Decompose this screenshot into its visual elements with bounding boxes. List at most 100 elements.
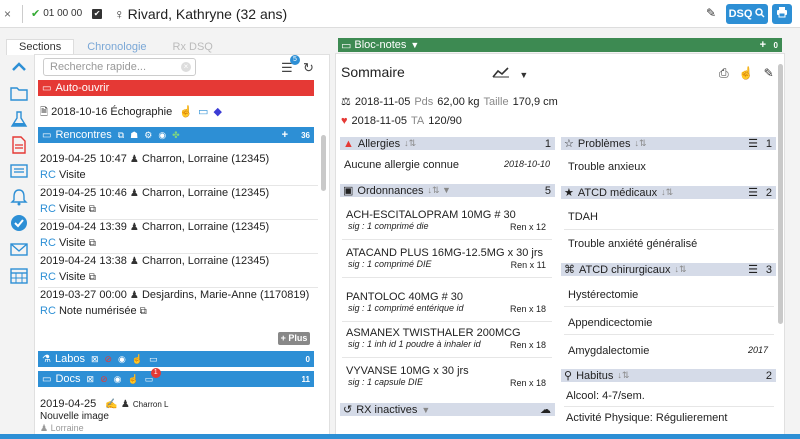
folder-icon[interactable]: ▭ bbox=[149, 354, 158, 365]
tab-rx-dsq[interactable]: Rx DSQ bbox=[160, 39, 226, 55]
edit-icon[interactable]: ✎ bbox=[764, 66, 774, 81]
echographie-item[interactable]: 🗎 2018-10-16 Échographie ☝ ▭ ◆ bbox=[40, 105, 222, 122]
close-icon[interactable]: × bbox=[4, 7, 18, 21]
print-button[interactable] bbox=[772, 4, 792, 24]
envelope-icon[interactable] bbox=[4, 236, 34, 262]
encounter-date: 2019-04-25 10:47 bbox=[40, 153, 127, 165]
habitus-item[interactable]: Activité Physique: Régulierement bbox=[566, 412, 727, 424]
dsq-button[interactable]: DSQ bbox=[726, 4, 768, 24]
atcd-medical-item[interactable]: Trouble anxiété généralisé bbox=[568, 238, 697, 250]
group-icon[interactable]: ☗ bbox=[130, 130, 138, 141]
habitus-header[interactable]: ⚲ Habitus ↓⇅ 2 bbox=[561, 369, 776, 382]
encounter-item[interactable]: 2019-04-24 13:39 ♟ Charron, Lorraine (12… bbox=[40, 221, 269, 233]
sort-icon[interactable]: ↓⇅ ▼ bbox=[427, 185, 450, 196]
search-input[interactable]: Recherche rapide... × bbox=[43, 58, 196, 76]
eye-icon[interactable]: ◉ bbox=[158, 130, 166, 141]
settings-icon[interactable]: ⚙ bbox=[144, 130, 152, 141]
sort-icon[interactable]: ↓⇅ bbox=[634, 138, 646, 149]
docs-header[interactable]: ▭ Docs ⊠ ⊘ ◉ ☝ ▭ 1 11 bbox=[38, 367, 314, 387]
scrollbar[interactable] bbox=[321, 135, 326, 191]
ordonnance-item[interactable]: VYVANSE 10MG x 30 jrs sig : 1 capsule DIE… bbox=[346, 365, 546, 388]
clover-icon[interactable]: ✤ bbox=[172, 130, 180, 141]
copy-icon[interactable]: ⧉ bbox=[89, 272, 96, 283]
ordonnance-item[interactable]: ACH-ESCITALOPRAM 10MG # 30 sig : 1 compri… bbox=[346, 209, 546, 232]
labos-header[interactable]: ⚗ Labos ⊠ ⊘ ◉ ☝ ▭ 0 bbox=[38, 351, 314, 367]
cloud-download-icon[interactable]: ☁ bbox=[540, 403, 551, 416]
add-icon[interactable]: + bbox=[760, 39, 766, 51]
atcd-medicaux-header[interactable]: ★ ATCD médicaux ↓⇅ ☰ 2 bbox=[561, 186, 776, 199]
rx-inactives-label: RX inactives bbox=[356, 403, 418, 416]
sort-icon[interactable]: ↓⇅ bbox=[617, 370, 629, 381]
atcd-chirurgical-item[interactable]: Hystérectomie bbox=[568, 289, 768, 301]
calendar-icon[interactable] bbox=[4, 262, 34, 288]
bloc-notes-bar[interactable]: ▭ Bloc-notes ▼ + 0 bbox=[338, 38, 782, 52]
habitus-item[interactable]: Alcool: 4-7/sem. bbox=[566, 390, 645, 402]
printer-icon[interactable]: ⎙ bbox=[719, 66, 729, 81]
encounter-item[interactable]: 2019-04-24 13:38 ♟ Charron, Lorraine (12… bbox=[40, 255, 269, 267]
hand-icon[interactable]: ☝ bbox=[127, 374, 138, 385]
copy-icon[interactable]: ⧉ bbox=[89, 238, 96, 249]
list-card-icon[interactable] bbox=[4, 158, 34, 184]
atcd-chirurgical-item[interactable]: Amygdalectomie 2017 bbox=[568, 345, 768, 357]
eye-icon[interactable]: ◉ bbox=[118, 354, 126, 365]
rencontres-header[interactable]: ▭ Rencontres ⧉ ☗ ⚙ ◉ ✤ + 36 bbox=[38, 127, 314, 143]
eye-icon[interactable]: ◉ bbox=[114, 374, 122, 385]
allergy-item[interactable]: Aucune allergie connue 2018-10-10 bbox=[344, 159, 550, 171]
encounter-item[interactable]: 2019-04-25 10:46 ♟ Charron, Lorraine (12… bbox=[40, 187, 269, 199]
scrollbar[interactable] bbox=[778, 64, 783, 324]
atcd-chirurgical-item[interactable]: Appendicectomie bbox=[568, 317, 768, 329]
ordonnances-header[interactable]: ▣ Ordonnances ↓⇅ ▼ 5 bbox=[340, 184, 555, 197]
folder-icon[interactable]: ▭ bbox=[198, 106, 208, 118]
sliders-icon[interactable]: ☰ bbox=[748, 186, 758, 199]
tab-chronologie[interactable]: Chronologie bbox=[74, 39, 159, 55]
ordonnance-item[interactable]: PANTOLOC 40MG # 30 sig : 1 comprimé entér… bbox=[346, 291, 546, 314]
copy-icon[interactable]: ⧉ bbox=[140, 306, 147, 317]
atcd-medical-item[interactable]: TDAH bbox=[568, 211, 598, 223]
sort-icon[interactable]: ↓⇅ bbox=[661, 187, 673, 198]
tag-icon[interactable]: ◆ bbox=[214, 106, 222, 118]
atcd-chirurgicaux-header[interactable]: ⌘ ATCD chirurgicaux ↓⇅ ☰ 3 bbox=[561, 263, 776, 276]
doc-list-item[interactable]: 2019-04-25 ✍ ♟ Charron L bbox=[40, 398, 168, 410]
sliders-icon[interactable]: ☰ bbox=[748, 137, 758, 150]
image-icon[interactable]: ⊠ bbox=[91, 354, 99, 365]
allergies-header[interactable]: ▲ Allergies ↓⇅ 1 bbox=[340, 137, 555, 150]
clear-icon[interactable]: × bbox=[181, 62, 191, 72]
tab-sections[interactable]: Sections bbox=[6, 39, 75, 55]
folder-icon[interactable] bbox=[4, 80, 34, 106]
checkbox-icon[interactable]: ✔ bbox=[92, 8, 103, 19]
rx-inactives-header[interactable]: ↺ RX inactives ▼ ☁ bbox=[340, 403, 555, 416]
chart-icon[interactable]: ▼ bbox=[492, 66, 528, 81]
eye-slash-icon[interactable]: ⊘ bbox=[105, 354, 113, 365]
filter-icon[interactable]: ▼ bbox=[410, 40, 419, 50]
hand-icon[interactable]: ☝ bbox=[132, 354, 143, 365]
problemes-header[interactable]: ☆ Problèmes ↓⇅ ☰ 1 bbox=[561, 137, 776, 150]
image-icon[interactable]: ⊠ bbox=[87, 374, 95, 385]
eye-slash-icon[interactable]: ⊘ bbox=[100, 374, 108, 385]
folder-icon[interactable]: ▭ 1 bbox=[145, 367, 161, 385]
document-icon[interactable] bbox=[4, 132, 34, 158]
encounter-item[interactable]: 2019-04-25 10:47 ♟ Charron, Lorraine (12… bbox=[40, 153, 269, 165]
sort-icon[interactable]: ↓⇅ bbox=[404, 138, 416, 149]
bell-icon[interactable] bbox=[4, 184, 34, 210]
encounter-item[interactable]: 2019-03-27 00:00 ♟ Desjardins, Marie-Ann… bbox=[40, 289, 309, 301]
chevron-down-icon[interactable]: ▼ bbox=[519, 70, 528, 80]
copy-icon[interactable]: ⧉ bbox=[118, 130, 124, 141]
probleme-item[interactable]: Trouble anxieux bbox=[568, 161, 646, 173]
add-icon[interactable]: + bbox=[282, 129, 288, 141]
flask-icon[interactable] bbox=[4, 106, 34, 132]
more-button[interactable]: + Plus bbox=[278, 332, 310, 345]
refresh-icon[interactable]: ↻ bbox=[303, 60, 314, 76]
sort-icon[interactable]: ↓⇅ bbox=[675, 264, 687, 275]
sliders-icon[interactable]: ☰ bbox=[748, 263, 758, 276]
hand-icon[interactable]: ☝ bbox=[179, 106, 193, 118]
edit-icon[interactable]: ✎ bbox=[706, 6, 716, 20]
collapse-up-icon[interactable] bbox=[4, 54, 34, 80]
filter-icon[interactable]: ▼ bbox=[421, 405, 430, 415]
ordonnance-item[interactable]: ATACAND PLUS 16MG-12.5MG x 30 jrs sig : 1… bbox=[346, 247, 546, 270]
check-circle-icon[interactable] bbox=[4, 210, 34, 236]
auto-ouvrir-header[interactable]: ▭ Auto-ouvrir bbox=[38, 80, 314, 96]
ordonnance-item[interactable]: ASMANEX TWISTHALER 200MCG sig : 1 inh id … bbox=[346, 327, 546, 350]
list-icon[interactable]: ☰ 5 bbox=[281, 55, 300, 76]
copy-icon[interactable]: ⧉ bbox=[89, 204, 96, 215]
hand-icon[interactable]: ☝ bbox=[739, 66, 754, 81]
